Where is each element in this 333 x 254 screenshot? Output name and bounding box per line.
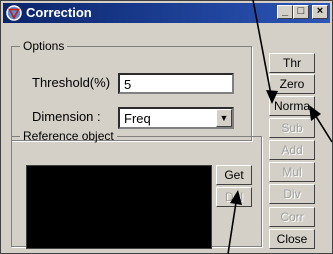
dimension-select[interactable]: Freq ▼ (118, 107, 234, 129)
corr-button[interactable]: Corr (269, 207, 315, 227)
title-bar[interactable]: Correction _ □ × (3, 3, 330, 23)
add-button[interactable]: Add (269, 140, 315, 160)
get-button[interactable]: Get (216, 165, 252, 185)
threshold-input[interactable]: 5 (118, 73, 234, 94)
correction-window: Correction _ □ × Options Threshold(%) 5 … (0, 0, 333, 254)
minimize-button[interactable]: _ (277, 5, 293, 19)
norma-button[interactable]: Norma (269, 96, 315, 116)
zero-button[interactable]: Zero (269, 74, 315, 94)
maximize-icon: □ (297, 5, 305, 17)
options-group: Options Threshold(%) 5 Dimension : Freq … (11, 39, 252, 141)
reference-object-group: Reference object Get Del (11, 129, 262, 249)
sub-button[interactable]: Sub (269, 118, 315, 138)
close-button[interactable]: Close (269, 229, 315, 249)
div-button[interactable]: Div (269, 184, 315, 204)
app-icon (6, 5, 22, 21)
del-button[interactable]: Del (216, 187, 252, 207)
mul-button[interactable]: Mul (269, 162, 315, 182)
thr-button[interactable]: Thr (269, 53, 315, 73)
dimension-select-value: Freq (124, 111, 151, 126)
close-icon: × (316, 5, 324, 17)
reference-object-legend: Reference object (23, 129, 114, 143)
window-title: Correction (26, 5, 92, 20)
chevron-down-icon[interactable]: ▼ (216, 109, 232, 127)
threshold-label: Threshold(%) (32, 75, 111, 90)
dimension-label: Dimension : (32, 109, 101, 124)
reference-preview (26, 165, 212, 249)
maximize-button[interactable]: □ (293, 5, 309, 19)
options-legend: Options (23, 39, 65, 53)
minimize-icon: _ (281, 5, 289, 17)
close-window-button[interactable]: × (312, 5, 328, 19)
